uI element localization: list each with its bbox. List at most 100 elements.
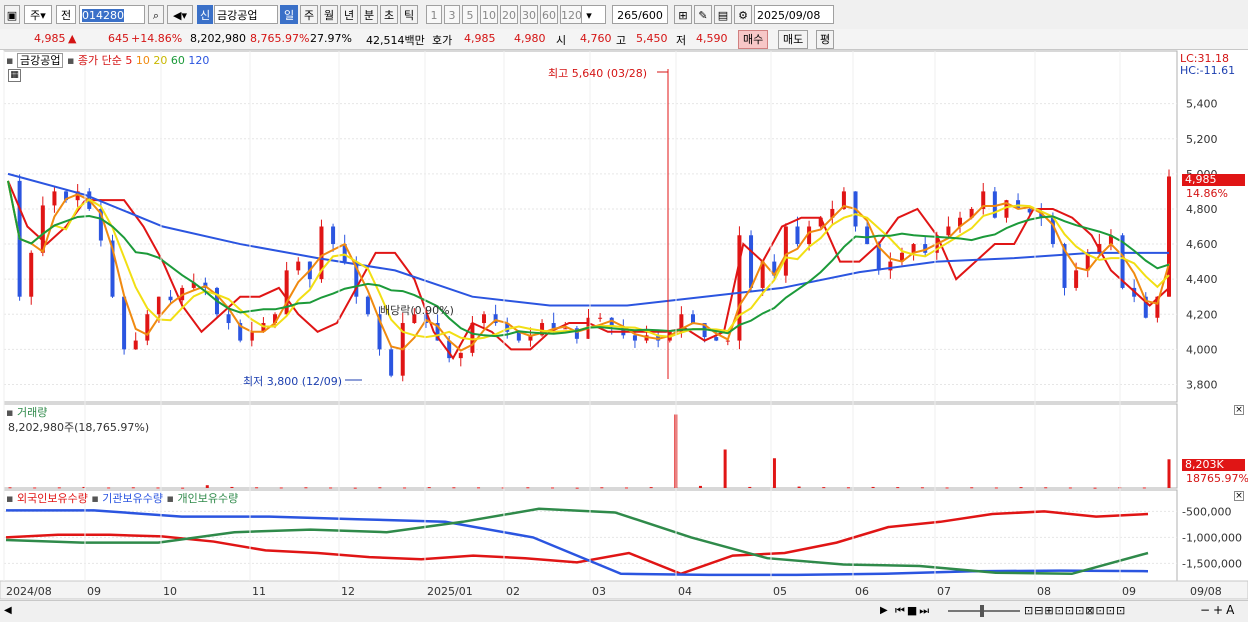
period-button-2[interactable]: 월: [320, 5, 338, 24]
price-legend: ▪ 금강공업 ▪ 종가 단순 5 10 20 60 120: [6, 52, 209, 68]
eval-button[interactable]: 평: [816, 30, 835, 49]
candle-body: [168, 296, 173, 301]
amount: 42,514백만: [366, 34, 425, 47]
volume-bar: [896, 487, 900, 489]
period-button-1[interactable]: 주: [300, 5, 318, 24]
volume-bar: [57, 487, 61, 489]
price-tick-label: 4,200: [1186, 308, 1218, 321]
sell-button[interactable]: 매도: [778, 30, 809, 49]
minute-button-60[interactable]: 60: [540, 5, 558, 24]
candle-body: [29, 252, 34, 297]
candle-body: [795, 226, 800, 245]
code-input[interactable]: 014280: [79, 5, 145, 24]
draw-tool-icon[interactable]: ✎: [694, 5, 712, 24]
candle-body: [296, 261, 301, 271]
chart-area[interactable]: 5,4005,2005,0004,8004,6004,4004,2004,000…: [0, 49, 1248, 601]
chart-menu-icon[interactable]: ▣: [4, 5, 20, 24]
minute-button-3[interactable]: 3: [444, 5, 460, 24]
legend-square-icon: ▪: [91, 492, 99, 505]
minute-button-10[interactable]: 10: [480, 5, 498, 24]
legend-close[interactable]: 종가 단순: [78, 54, 122, 67]
settings-chart-icon[interactable]: ⊞: [674, 5, 692, 24]
close-icon[interactable]: ×: [1234, 491, 1244, 501]
volume-bar: [427, 487, 431, 489]
period-button-4[interactable]: 분: [360, 5, 378, 24]
price-tick-label: 4,800: [1186, 203, 1218, 216]
volume-bar: [1068, 487, 1072, 489]
volume-bar: [33, 487, 37, 489]
new-badge: 신: [197, 5, 213, 24]
legend-ma120[interactable]: 120: [188, 54, 209, 67]
grid-toggle-icon[interactable]: ▦: [8, 69, 21, 82]
zoom-buttons[interactable]: −+A: [1200, 603, 1237, 617]
candle-body: [725, 340, 730, 342]
chart-svg: 5,4005,2005,0004,8004,6004,4004,2004,000…: [0, 50, 1248, 600]
close-icon[interactable]: ×: [1234, 405, 1244, 415]
minute-button-1[interactable]: 1: [426, 5, 442, 24]
volume-bar: [279, 487, 283, 489]
tool-icons[interactable]: ⊡⊟⊞⊡⊡⊡⊠⊡⊡⊡: [1024, 604, 1126, 617]
volume: 8,202,980: [190, 32, 246, 45]
holdings-legend: ▪ 외국인보유수량 ▪ 기관보유수량 ▪ 개인보유수량: [6, 490, 238, 506]
minute-button-30[interactable]: 30: [520, 5, 538, 24]
scroll-right-icon[interactable]: ▶: [880, 605, 888, 616]
x-tick-label: 09: [87, 585, 101, 598]
x-tick-label: 09: [1122, 585, 1136, 598]
price-tick-label: 3,800: [1186, 378, 1218, 391]
volume-bar: [8, 487, 12, 489]
volume-bar: [970, 487, 974, 489]
gear-icon[interactable]: ⚙: [734, 5, 752, 24]
period-button-0[interactable]: 일: [280, 5, 298, 24]
legend-ma60[interactable]: 60: [171, 54, 185, 67]
legend-square-icon: ▪: [166, 492, 174, 505]
hc-label: HC:-11.61: [1180, 64, 1236, 77]
legend-institution[interactable]: 기관보유수량: [102, 492, 163, 505]
period-button-5[interactable]: 초: [380, 5, 398, 24]
volume-bar: [871, 486, 875, 488]
legend-stock[interactable]: 금강공업: [16, 53, 64, 68]
legend-ma20[interactable]: 20: [153, 54, 167, 67]
legend-ma5[interactable]: 5: [125, 54, 132, 67]
volume-pct: 8,765.97%: [250, 32, 310, 45]
low-price: 4,590: [696, 32, 728, 45]
volume-bar: [526, 487, 530, 489]
minute-button-120[interactable]: 120: [560, 5, 582, 24]
legend-foreign[interactable]: 외국인보유수량: [17, 492, 88, 505]
minute-button-20[interactable]: 20: [500, 5, 518, 24]
price-tick-label: 4,000: [1186, 343, 1218, 356]
legend-individual[interactable]: 개인보유수량: [177, 492, 238, 505]
zoom-slider-handle[interactable]: [980, 605, 984, 617]
save-icon[interactable]: ▤: [714, 5, 732, 24]
range-select[interactable]: 전: [56, 5, 76, 24]
up-arrow-icon: ▲: [68, 32, 77, 45]
speaker-icon[interactable]: ◀▾: [167, 5, 193, 24]
type-select[interactable]: 주▾: [24, 5, 52, 24]
candle-body: [865, 226, 870, 245]
current-price: 4,985: [34, 32, 66, 45]
volume-bar: [748, 486, 752, 488]
holdings-tick-label: -1,000,000: [1182, 531, 1242, 544]
period-button-6[interactable]: 틱: [400, 5, 418, 24]
legend-square-icon: ▪: [6, 54, 14, 67]
count-field[interactable]: 265/600: [612, 5, 668, 24]
scroll-left-icon[interactable]: ◀: [4, 605, 12, 616]
date-field[interactable]: 2025/09/08 ▦: [754, 5, 834, 41]
search-icon[interactable]: ⌕: [148, 5, 164, 24]
x-tick-label: 10: [163, 585, 177, 598]
x-tick-label: 03: [592, 585, 606, 598]
quote-bar: 4,985 ▲ 645 +14.86% 8,202,980 8,765.97% …: [0, 29, 1248, 50]
candle-body: [783, 226, 788, 276]
minute-button-5[interactable]: 5: [462, 5, 478, 24]
zoom-slider[interactable]: [948, 610, 1020, 612]
legend-ma10[interactable]: 10: [136, 54, 150, 67]
x-current-date: 09/08: [1190, 585, 1222, 598]
ask-price: 4,985: [464, 32, 496, 45]
candle-body: [598, 317, 603, 319]
open-label: 시: [556, 34, 567, 47]
playback-controls[interactable]: ⏮■⏭: [895, 604, 931, 618]
candle-body: [389, 349, 394, 376]
buy-button[interactable]: 매수: [738, 30, 769, 49]
period-button-3[interactable]: 년: [340, 5, 358, 24]
volume-bar: [205, 485, 209, 488]
stock-name: 금강공업: [214, 5, 278, 24]
